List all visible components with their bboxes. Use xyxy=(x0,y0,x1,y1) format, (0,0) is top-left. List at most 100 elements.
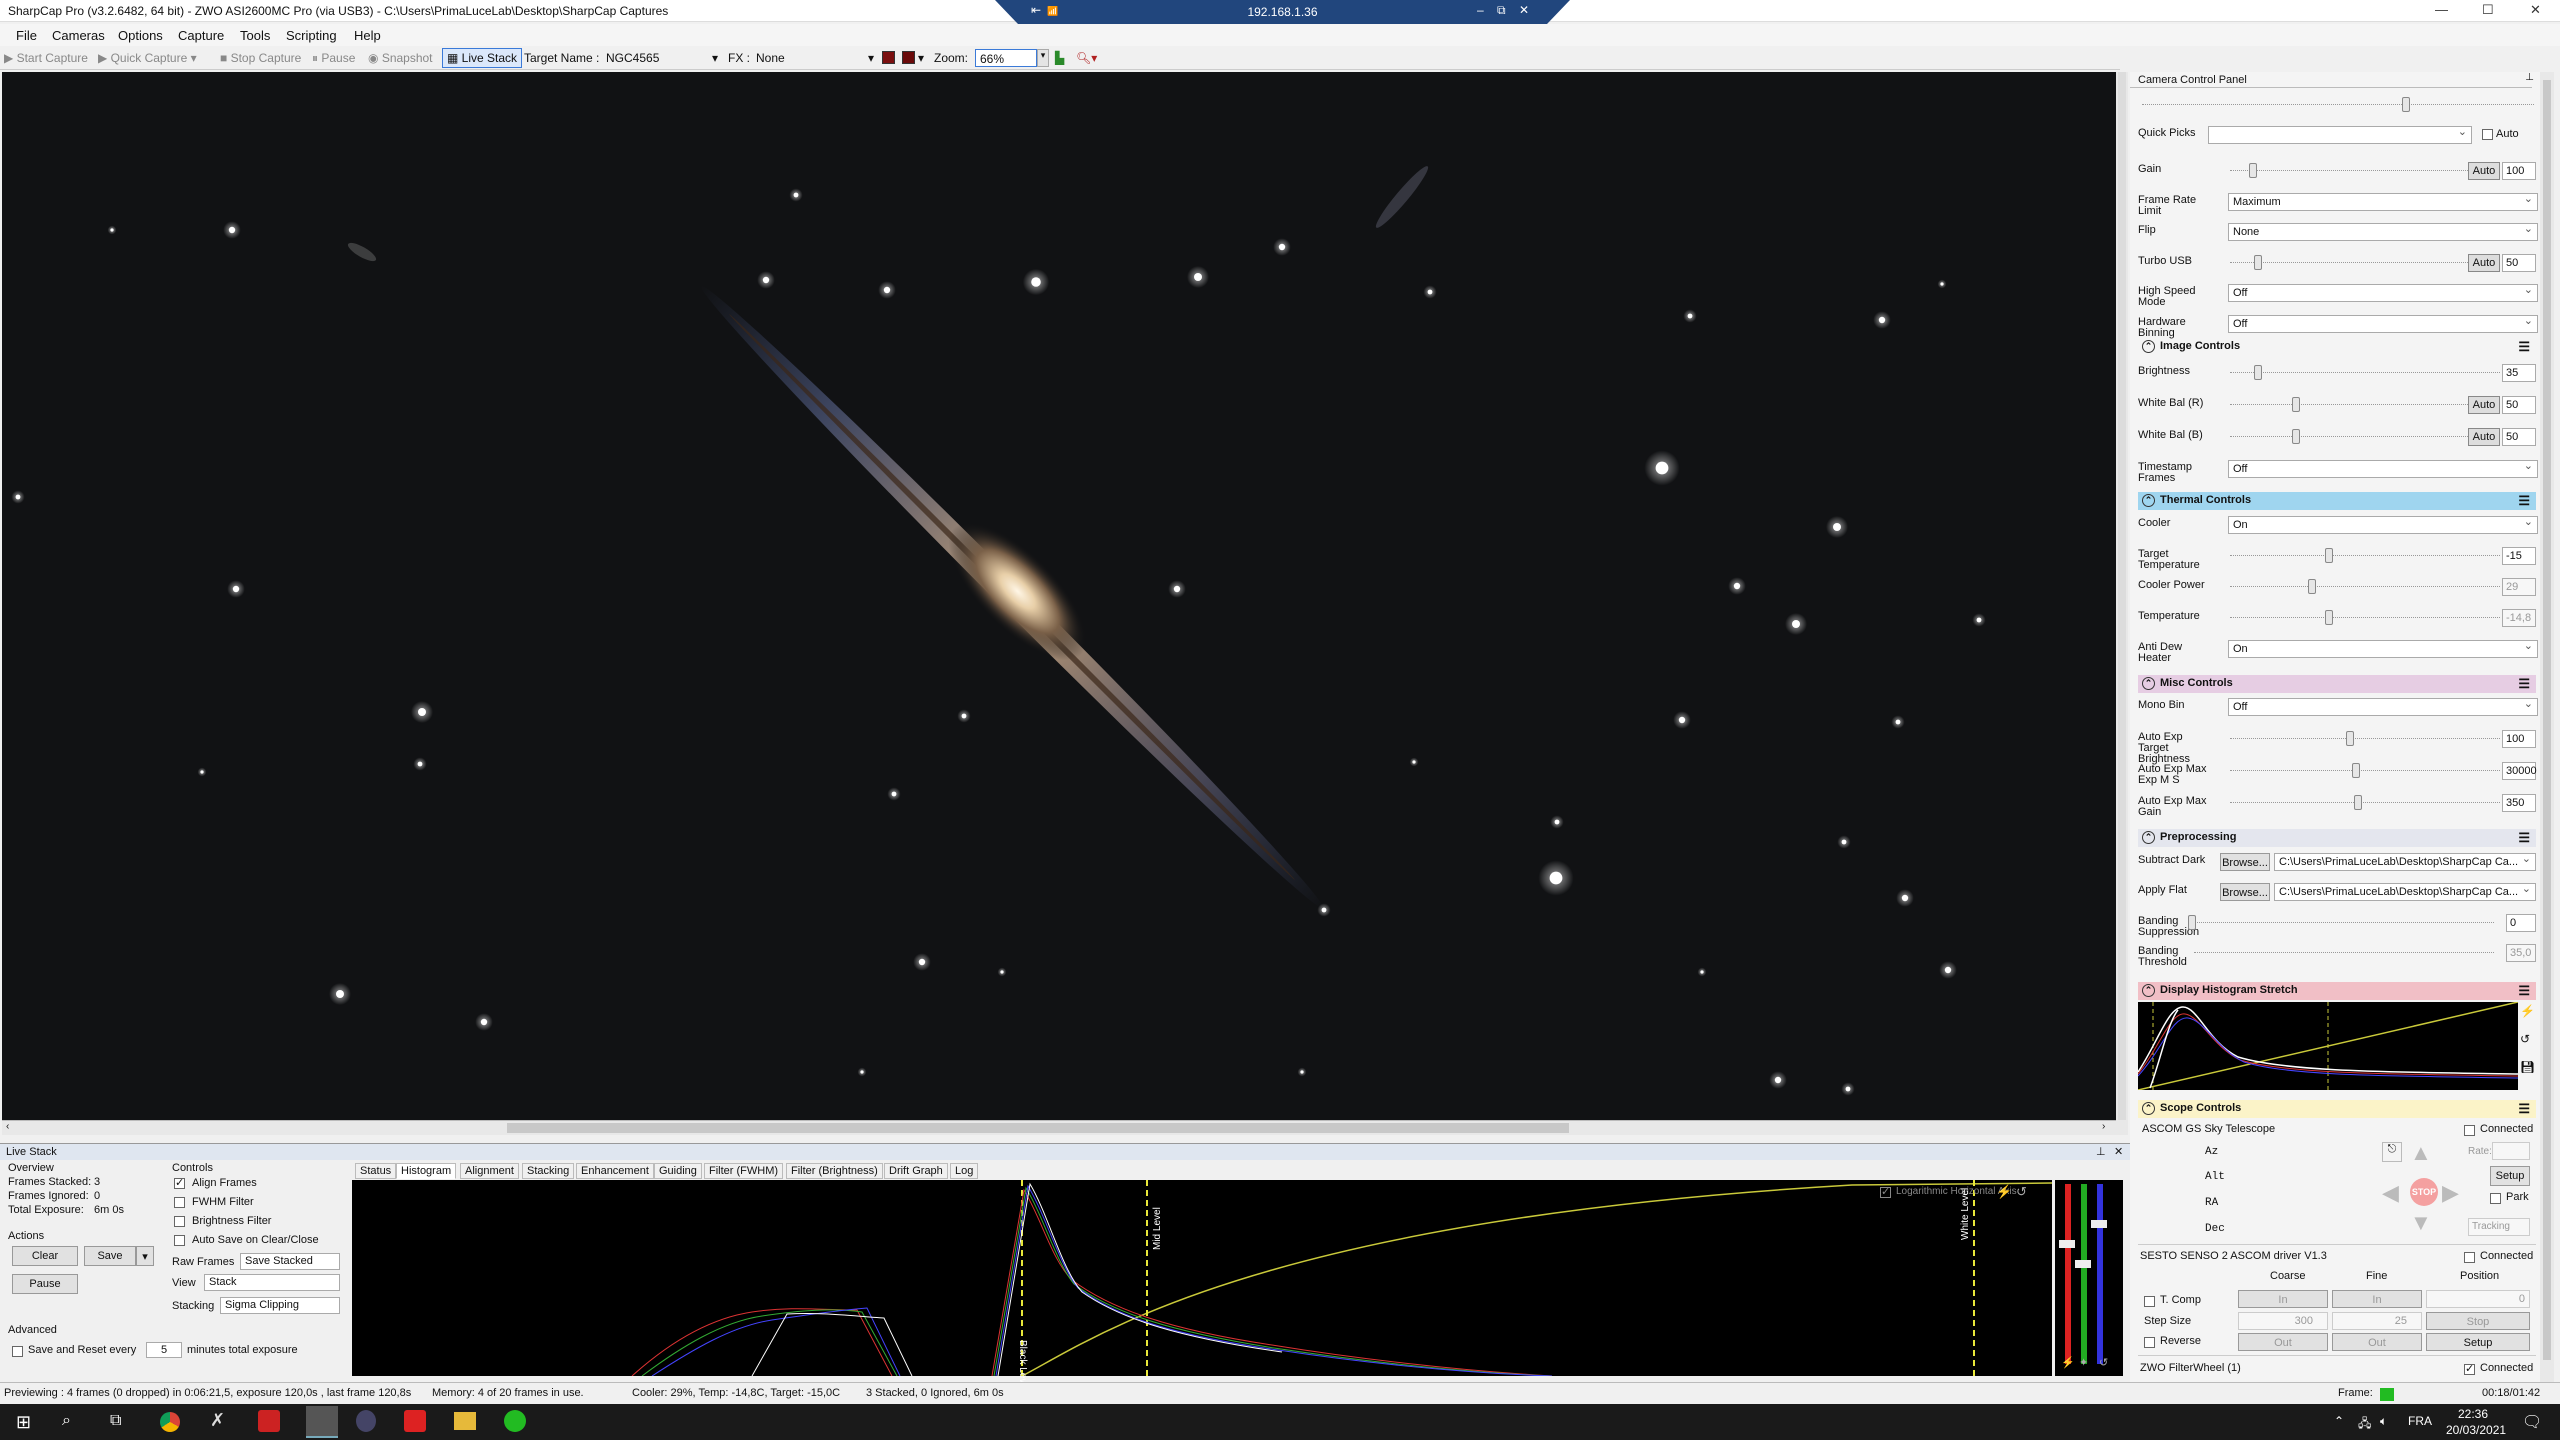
focuser-connected-checkbox[interactable] xyxy=(2464,1252,2475,1263)
tab-filter-brightness[interactable]: Filter (Brightness) xyxy=(786,1163,883,1179)
position-value[interactable]: 0 xyxy=(2426,1290,2530,1308)
auto-save-checkbox[interactable] xyxy=(174,1235,185,1246)
green-level-bar[interactable] xyxy=(2081,1184,2087,1364)
control-select[interactable]: Off xyxy=(2228,697,2538,716)
horizontal-scrollbar[interactable]: ‹ › xyxy=(2,1120,2116,1135)
zoom-select[interactable]: 66% xyxy=(975,49,1037,67)
slider-thumb[interactable] xyxy=(2254,254,2262,270)
t-comp-checkbox[interactable] xyxy=(2144,1296,2155,1307)
slider-thumb[interactable] xyxy=(2308,579,2317,594)
save-reset-checkbox[interactable] xyxy=(12,1346,23,1357)
control-select[interactable]: On xyxy=(2228,639,2538,658)
camera-preview[interactable] xyxy=(2,72,2116,1120)
scope-connected-checkbox[interactable] xyxy=(2464,1125,2475,1136)
slider-thumb[interactable] xyxy=(2324,610,2333,625)
control-value[interactable]: 100 xyxy=(2502,730,2536,748)
live-stack-button[interactable]: ▦ Live Stack xyxy=(442,48,523,68)
slider-thumb[interactable] xyxy=(2346,731,2355,746)
tab-alignment[interactable]: Alignment xyxy=(460,1163,519,1179)
save-icon[interactable]: 💾︎ xyxy=(2520,1060,2535,1074)
focuser-setup-button[interactable]: Setup xyxy=(2426,1333,2530,1351)
control-select[interactable]: Off xyxy=(2228,283,2538,302)
rd-minimize-icon[interactable]: – xyxy=(1477,3,1484,17)
star-icon[interactable]: ✦ xyxy=(2079,1356,2088,1369)
tab-guiding[interactable]: Guiding xyxy=(654,1163,702,1179)
blue-level-handle[interactable] xyxy=(2091,1220,2107,1228)
arrow-up-icon[interactable]: ▲ xyxy=(2410,1140,2432,1166)
scope-controls-header[interactable]: ⌃ Scope Controls ☰ xyxy=(2138,1100,2536,1118)
windows-start-icon[interactable]: ⊞ xyxy=(16,1412,31,1433)
coarse-step-input[interactable]: 300 xyxy=(2238,1312,2328,1330)
control-select[interactable]: Maximum xyxy=(2228,192,2538,211)
scope-home-icon[interactable]: ⎋ xyxy=(2382,1142,2402,1162)
app-icon-red[interactable] xyxy=(258,1410,280,1432)
stack-histogram[interactable]: Logarithmic Horizontal Axis ⚡ ↺ Black Le… xyxy=(352,1180,2053,1391)
file-explorer-icon[interactable] xyxy=(454,1412,476,1430)
histogram-stretch-header[interactable]: ⌃ Display Histogram Stretch ☰ xyxy=(2138,982,2536,1000)
pause-stack-button[interactable]: Pause xyxy=(12,1274,78,1294)
menu-file[interactable]: File xyxy=(16,28,37,43)
browse-dark-button[interactable]: Browse... xyxy=(2220,853,2270,871)
menu-capture[interactable]: Capture xyxy=(178,28,224,43)
reset-icon[interactable]: ↺ xyxy=(2016,1184,2027,1200)
app-icon-x[interactable]: ✗ xyxy=(210,1410,225,1431)
pin-icon[interactable]: ⊥ xyxy=(2525,72,2534,83)
control-select[interactable]: On xyxy=(2228,515,2538,534)
clear-button[interactable]: Clear xyxy=(12,1246,78,1266)
image-controls-header[interactable]: ⌃ Image Controls ☰ xyxy=(2138,338,2536,356)
scope-setup-button[interactable]: Setup xyxy=(2490,1166,2530,1186)
reverse-checkbox[interactable] xyxy=(2144,1337,2155,1348)
maximize-icon[interactable]: ☐ xyxy=(2482,2,2494,18)
network-icon[interactable]: 🖧︎ xyxy=(2358,1414,2371,1435)
log-axis-checkbox[interactable] xyxy=(1880,1185,1891,1198)
auto-button[interactable]: Auto xyxy=(2468,428,2500,446)
auto-stretch-icon[interactable]: ⚡ xyxy=(1996,1184,2012,1200)
histogram-stretch-graph[interactable] xyxy=(2137,1001,2519,1091)
green-level-handle[interactable] xyxy=(2075,1260,2091,1268)
collapse-icon[interactable]: ⌃ xyxy=(2142,984,2155,997)
fine-out-button[interactable]: Out xyxy=(2332,1333,2422,1351)
slider-thumb[interactable] xyxy=(2292,397,2301,412)
collapse-icon[interactable]: ⌃ xyxy=(2142,1102,2155,1115)
auto-button[interactable]: Auto xyxy=(2468,253,2500,272)
tab-enhancement[interactable]: Enhancement xyxy=(576,1163,654,1179)
menu-icon[interactable]: ☰ xyxy=(2518,676,2530,692)
slider-thumb[interactable] xyxy=(2188,915,2196,930)
app-icon-dark[interactable] xyxy=(356,1410,376,1432)
clock-time[interactable]: 22:36 xyxy=(2458,1407,2488,1421)
stacking-select[interactable]: Sigma Clipping xyxy=(220,1297,340,1314)
control-value[interactable]: 50 xyxy=(2502,428,2536,446)
volume-icon[interactable]: 🔈︎ xyxy=(2380,1414,2387,1429)
slider-thumb[interactable] xyxy=(2254,365,2263,380)
target-name-input[interactable]: NGC4565 ▾ xyxy=(602,49,722,67)
sharpcap-taskbar-icon[interactable] xyxy=(306,1406,338,1438)
view-select[interactable]: Stack xyxy=(204,1274,340,1291)
chevron-down-icon[interactable]: ▾ xyxy=(918,51,924,65)
quick-capture-button[interactable]: ▶ Quick Capture ▾ xyxy=(98,51,197,65)
focuser-stop-button[interactable]: Stop xyxy=(2426,1312,2530,1330)
zoom-dropdown-icon[interactable]: ▾ xyxy=(1037,49,1049,67)
menu-tools[interactable]: Tools xyxy=(240,28,270,43)
rate-select[interactable] xyxy=(2492,1142,2530,1160)
control-value[interactable]: 35 xyxy=(2502,364,2536,382)
dark-path-select[interactable]: C:\Users\PrimaLuceLab\Desktop\SharpCap C… xyxy=(2274,852,2536,871)
tab-status[interactable]: Status xyxy=(355,1163,397,1179)
reticle-icon[interactable] xyxy=(902,51,915,64)
align-frames-checkbox[interactable] xyxy=(174,1176,185,1189)
park-checkbox[interactable] xyxy=(2490,1193,2501,1204)
preprocessing-header[interactable]: ⌃ Preprocessing ☰ xyxy=(2138,829,2536,847)
chevron-down-icon[interactable]: ▾ xyxy=(136,1246,154,1266)
tab-log[interactable]: Log xyxy=(950,1163,979,1179)
red-frame-icon[interactable] xyxy=(882,51,895,64)
chrome-icon[interactable] xyxy=(160,1412,180,1432)
exposure-thumb[interactable] xyxy=(2402,97,2410,112)
app-icon-target[interactable] xyxy=(404,1410,426,1432)
menu-icon[interactable]: ☰ xyxy=(2518,830,2530,846)
auto-button[interactable]: Auto xyxy=(2468,162,2500,180)
menu-options[interactable]: Options xyxy=(118,28,163,43)
snapshot-button[interactable]: ◉ Snapshot xyxy=(368,51,433,65)
slider-thumb[interactable] xyxy=(2351,763,2360,778)
fx-select[interactable]: None ▾ xyxy=(752,49,878,67)
histogram-icon[interactable]: ▙ xyxy=(1055,51,1064,65)
menu-icon[interactable]: ☰ xyxy=(2518,493,2530,509)
